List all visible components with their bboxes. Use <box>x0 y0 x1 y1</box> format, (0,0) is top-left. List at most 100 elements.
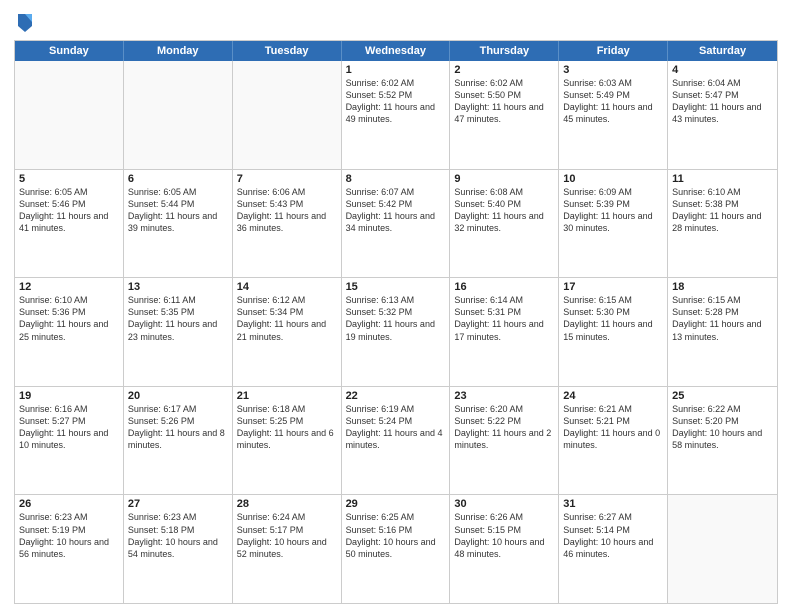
weekday-header: Saturday <box>668 41 777 61</box>
cell-info: Sunrise: 6:11 AMSunset: 5:35 PMDaylight:… <box>128 294 228 343</box>
day-number: 3 <box>563 64 663 76</box>
calendar-cell: 3Sunrise: 6:03 AMSunset: 5:49 PMDaylight… <box>559 61 668 169</box>
cell-info: Sunrise: 6:04 AMSunset: 5:47 PMDaylight:… <box>672 77 773 126</box>
day-number: 12 <box>19 281 119 293</box>
cell-info: Sunrise: 6:07 AMSunset: 5:42 PMDaylight:… <box>346 186 446 235</box>
cell-info: Sunrise: 6:20 AMSunset: 5:22 PMDaylight:… <box>454 403 554 452</box>
day-number: 26 <box>19 498 119 510</box>
cell-info: Sunrise: 6:10 AMSunset: 5:36 PMDaylight:… <box>19 294 119 343</box>
weekday-header: Tuesday <box>233 41 342 61</box>
calendar-cell: 16Sunrise: 6:14 AMSunset: 5:31 PMDayligh… <box>450 278 559 386</box>
calendar-cell: 24Sunrise: 6:21 AMSunset: 5:21 PMDayligh… <box>559 387 668 495</box>
calendar-cell: 19Sunrise: 6:16 AMSunset: 5:27 PMDayligh… <box>15 387 124 495</box>
cell-info: Sunrise: 6:05 AMSunset: 5:44 PMDaylight:… <box>128 186 228 235</box>
calendar-cell: 1Sunrise: 6:02 AMSunset: 5:52 PMDaylight… <box>342 61 451 169</box>
calendar-cell: 21Sunrise: 6:18 AMSunset: 5:25 PMDayligh… <box>233 387 342 495</box>
day-number: 7 <box>237 173 337 185</box>
weekday-header: Sunday <box>15 41 124 61</box>
calendar-body: 1Sunrise: 6:02 AMSunset: 5:52 PMDaylight… <box>15 61 777 603</box>
page-header <box>14 10 778 34</box>
weekday-header: Wednesday <box>342 41 451 61</box>
day-number: 14 <box>237 281 337 293</box>
day-number: 21 <box>237 390 337 402</box>
calendar-cell: 10Sunrise: 6:09 AMSunset: 5:39 PMDayligh… <box>559 170 668 278</box>
cell-info: Sunrise: 6:10 AMSunset: 5:38 PMDaylight:… <box>672 186 773 235</box>
day-number: 8 <box>346 173 446 185</box>
day-number: 29 <box>346 498 446 510</box>
day-number: 6 <box>128 173 228 185</box>
day-number: 10 <box>563 173 663 185</box>
cell-info: Sunrise: 6:18 AMSunset: 5:25 PMDaylight:… <box>237 403 337 452</box>
day-number: 31 <box>563 498 663 510</box>
calendar-cell: 20Sunrise: 6:17 AMSunset: 5:26 PMDayligh… <box>124 387 233 495</box>
cell-info: Sunrise: 6:15 AMSunset: 5:30 PMDaylight:… <box>563 294 663 343</box>
calendar-cell: 29Sunrise: 6:25 AMSunset: 5:16 PMDayligh… <box>342 495 451 603</box>
calendar-cell: 13Sunrise: 6:11 AMSunset: 5:35 PMDayligh… <box>124 278 233 386</box>
cell-info: Sunrise: 6:24 AMSunset: 5:17 PMDaylight:… <box>237 511 337 560</box>
calendar-cell: 2Sunrise: 6:02 AMSunset: 5:50 PMDaylight… <box>450 61 559 169</box>
day-number: 4 <box>672 64 773 76</box>
calendar-row: 19Sunrise: 6:16 AMSunset: 5:27 PMDayligh… <box>15 386 777 495</box>
cell-info: Sunrise: 6:25 AMSunset: 5:16 PMDaylight:… <box>346 511 446 560</box>
cell-info: Sunrise: 6:22 AMSunset: 5:20 PMDaylight:… <box>672 403 773 452</box>
cell-info: Sunrise: 6:27 AMSunset: 5:14 PMDaylight:… <box>563 511 663 560</box>
day-number: 5 <box>19 173 119 185</box>
calendar-cell: 23Sunrise: 6:20 AMSunset: 5:22 PMDayligh… <box>450 387 559 495</box>
weekday-header: Friday <box>559 41 668 61</box>
calendar-container: SundayMondayTuesdayWednesdayThursdayFrid… <box>0 0 792 612</box>
calendar-cell <box>124 61 233 169</box>
cell-info: Sunrise: 6:02 AMSunset: 5:50 PMDaylight:… <box>454 77 554 126</box>
cell-info: Sunrise: 6:05 AMSunset: 5:46 PMDaylight:… <box>19 186 119 235</box>
day-number: 28 <box>237 498 337 510</box>
day-number: 2 <box>454 64 554 76</box>
calendar-cell: 6Sunrise: 6:05 AMSunset: 5:44 PMDaylight… <box>124 170 233 278</box>
day-number: 11 <box>672 173 773 185</box>
calendar-row: 1Sunrise: 6:02 AMSunset: 5:52 PMDaylight… <box>15 61 777 169</box>
cell-info: Sunrise: 6:23 AMSunset: 5:19 PMDaylight:… <box>19 511 119 560</box>
day-number: 13 <box>128 281 228 293</box>
calendar-cell <box>668 495 777 603</box>
calendar-row: 5Sunrise: 6:05 AMSunset: 5:46 PMDaylight… <box>15 169 777 278</box>
day-number: 15 <box>346 281 446 293</box>
calendar-row: 26Sunrise: 6:23 AMSunset: 5:19 PMDayligh… <box>15 494 777 603</box>
cell-info: Sunrise: 6:14 AMSunset: 5:31 PMDaylight:… <box>454 294 554 343</box>
day-number: 23 <box>454 390 554 402</box>
day-number: 20 <box>128 390 228 402</box>
day-number: 1 <box>346 64 446 76</box>
cell-info: Sunrise: 6:21 AMSunset: 5:21 PMDaylight:… <box>563 403 663 452</box>
calendar-header: SundayMondayTuesdayWednesdayThursdayFrid… <box>15 41 777 61</box>
calendar: SundayMondayTuesdayWednesdayThursdayFrid… <box>14 40 778 604</box>
day-number: 24 <box>563 390 663 402</box>
logo <box>14 14 34 34</box>
day-number: 17 <box>563 281 663 293</box>
day-number: 19 <box>19 390 119 402</box>
cell-info: Sunrise: 6:02 AMSunset: 5:52 PMDaylight:… <box>346 77 446 126</box>
calendar-cell: 30Sunrise: 6:26 AMSunset: 5:15 PMDayligh… <box>450 495 559 603</box>
weekday-header: Thursday <box>450 41 559 61</box>
cell-info: Sunrise: 6:19 AMSunset: 5:24 PMDaylight:… <box>346 403 446 452</box>
cell-info: Sunrise: 6:08 AMSunset: 5:40 PMDaylight:… <box>454 186 554 235</box>
calendar-row: 12Sunrise: 6:10 AMSunset: 5:36 PMDayligh… <box>15 277 777 386</box>
calendar-cell: 7Sunrise: 6:06 AMSunset: 5:43 PMDaylight… <box>233 170 342 278</box>
cell-info: Sunrise: 6:23 AMSunset: 5:18 PMDaylight:… <box>128 511 228 560</box>
day-number: 25 <box>672 390 773 402</box>
calendar-cell: 5Sunrise: 6:05 AMSunset: 5:46 PMDaylight… <box>15 170 124 278</box>
calendar-cell: 26Sunrise: 6:23 AMSunset: 5:19 PMDayligh… <box>15 495 124 603</box>
calendar-cell: 25Sunrise: 6:22 AMSunset: 5:20 PMDayligh… <box>668 387 777 495</box>
day-number: 27 <box>128 498 228 510</box>
day-number: 30 <box>454 498 554 510</box>
calendar-cell: 28Sunrise: 6:24 AMSunset: 5:17 PMDayligh… <box>233 495 342 603</box>
calendar-cell: 15Sunrise: 6:13 AMSunset: 5:32 PMDayligh… <box>342 278 451 386</box>
cell-info: Sunrise: 6:12 AMSunset: 5:34 PMDaylight:… <box>237 294 337 343</box>
cell-info: Sunrise: 6:16 AMSunset: 5:27 PMDaylight:… <box>19 403 119 452</box>
calendar-cell: 22Sunrise: 6:19 AMSunset: 5:24 PMDayligh… <box>342 387 451 495</box>
day-number: 22 <box>346 390 446 402</box>
logo-icon <box>16 12 34 34</box>
weekday-header: Monday <box>124 41 233 61</box>
day-number: 9 <box>454 173 554 185</box>
calendar-cell: 18Sunrise: 6:15 AMSunset: 5:28 PMDayligh… <box>668 278 777 386</box>
calendar-cell: 14Sunrise: 6:12 AMSunset: 5:34 PMDayligh… <box>233 278 342 386</box>
calendar-cell: 9Sunrise: 6:08 AMSunset: 5:40 PMDaylight… <box>450 170 559 278</box>
day-number: 16 <box>454 281 554 293</box>
calendar-cell: 11Sunrise: 6:10 AMSunset: 5:38 PMDayligh… <box>668 170 777 278</box>
